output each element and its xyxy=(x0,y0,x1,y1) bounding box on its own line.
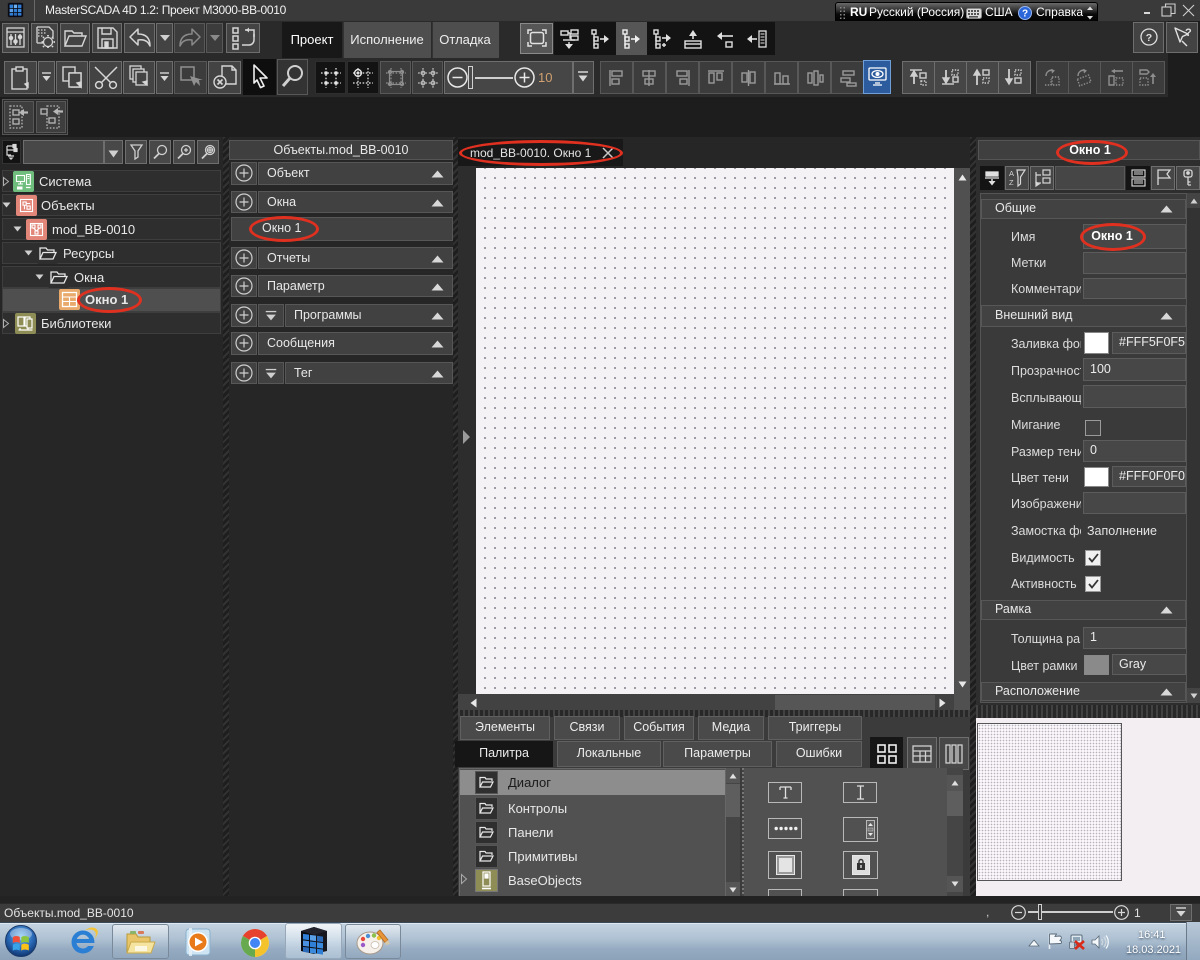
svg-text:?: ? xyxy=(1185,27,1192,39)
svg-text:A: A xyxy=(1009,169,1014,178)
svg-text:?: ? xyxy=(1022,9,1028,20)
svg-text:Z: Z xyxy=(1009,178,1014,187)
svg-text:?: ? xyxy=(1146,32,1152,44)
